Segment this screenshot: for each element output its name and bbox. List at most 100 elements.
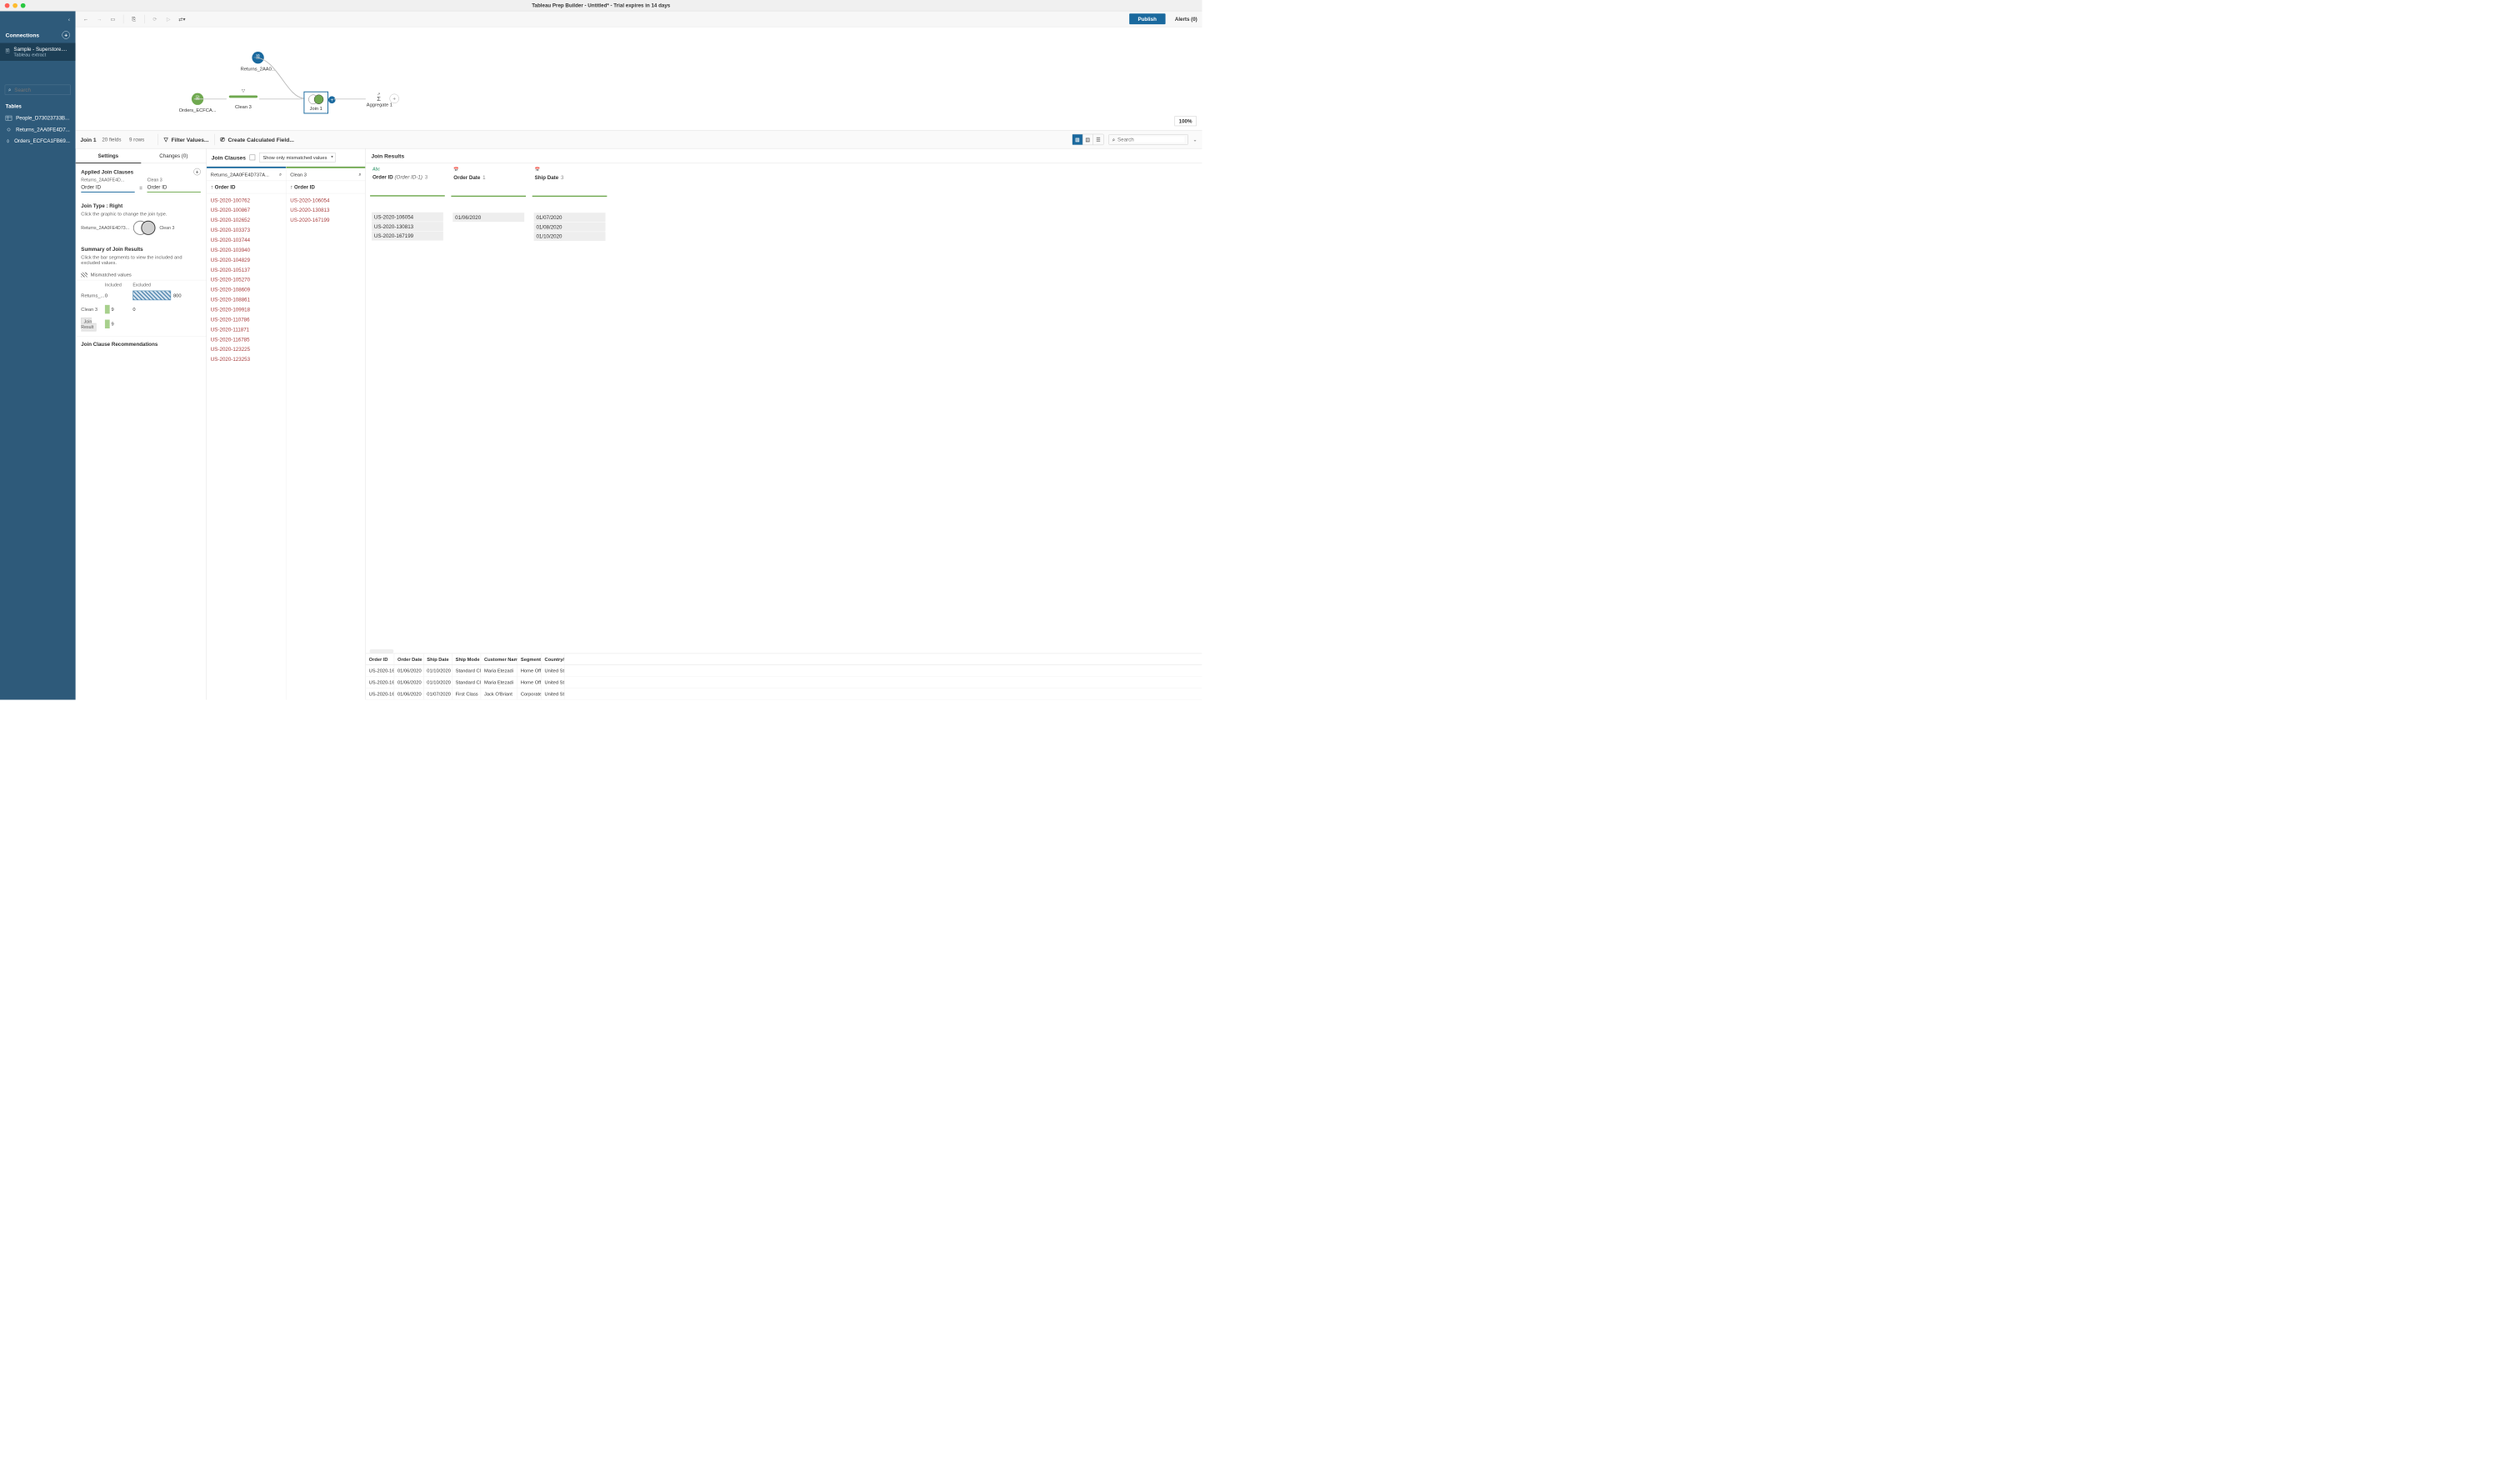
flow-node-join[interactable]: Join 1 [303,92,328,114]
column-header[interactable]: Order Date [394,653,423,664]
table-item-orders[interactable]: Orders_ECFCA1FB69... [0,135,76,147]
zoom-level[interactable]: 100% [1174,116,1196,126]
result-field-card[interactable]: Order Date101/06/2020 [451,163,527,647]
mismatched-dropdown[interactable]: Show only mismatched values [259,153,335,162]
clause-value[interactable]: US-2020-110786 [207,314,286,324]
column-header[interactable]: Country/Re [542,653,565,664]
clause-value[interactable]: US-2020-123253 [207,354,286,364]
clause-value[interactable]: US-2020-100867 [207,205,286,215]
clause-value[interactable]: US-2020-167199 [286,215,365,225]
view-profile[interactable]: ▦ [1072,134,1082,144]
column-header[interactable]: Segment [518,653,542,664]
settings-dropdown[interactable]: ⇄▾ [177,13,188,24]
clause-value[interactable]: US-2020-123225 [207,344,286,354]
alerts-button[interactable]: Alerts (0) [1175,16,1198,22]
step-search-input[interactable] [1118,137,1184,143]
clause-value[interactable]: US-2020-103744 [207,235,286,245]
clause-operator[interactable]: = [139,185,142,193]
datasource-icon: 🗎 [6,48,10,56]
filter-values-button[interactable]: ▽ Filter Values... [164,136,209,143]
included-bar[interactable] [105,320,110,328]
flow-node-clean[interactable]: ▽ Clean 3 [229,91,258,110]
clause-value[interactable]: US-2020-108609 [207,285,286,295]
view-grid[interactable]: ▤ [1082,134,1092,144]
window-close[interactable] [5,3,10,8]
clause-left-field[interactable]: Order ID [81,184,134,193]
search-icon[interactable]: ⌕ [279,172,282,178]
field-value[interactable]: US-2020-167199 [372,232,443,241]
clause-value[interactable]: US-2020-116785 [207,334,286,344]
table-row[interactable]: US-2020-16701/06/202001/10/2020Standard … [366,677,1202,688]
search-icon[interactable]: ⌕ [358,172,361,178]
clause-value[interactable]: US-2020-105270 [207,275,286,285]
venn-right[interactable] [141,221,155,235]
included-bar[interactable] [105,305,110,313]
join-type-selector[interactable]: Returns_2AA0FE4D73... Clean 3 [76,221,207,242]
field-value[interactable]: US-2020-106054 [372,213,443,222]
save-button[interactable]: ▭ [108,13,118,24]
window-minimize[interactable] [12,3,18,8]
sidebar-collapse[interactable]: ‹ [0,11,76,27]
flow-canvas[interactable]: 100% 🗎 Returns_2AA0... 🗎 Orders_ECFCA...… [76,27,1202,130]
refresh-button[interactable]: ⟳ [149,13,160,24]
settings-panel: Settings Changes (0) Applied Join Clause… [76,148,207,699]
clause-col-source: Clean 3 [290,172,307,178]
clause-value[interactable]: US-2020-130813 [286,205,365,215]
publish-button[interactable]: Publish [1129,13,1165,24]
clause-value[interactable]: US-2020-100762 [207,195,286,205]
clause-value[interactable]: US-2020-108861 [207,294,286,304]
expand-icon[interactable]: ⌄ [1193,136,1198,143]
field-value[interactable]: 01/10/2020 [534,232,606,241]
clause-value[interactable]: US-2020-105137 [207,265,286,275]
tab-settings[interactable]: Settings [76,148,141,163]
add-branch-button[interactable]: + [328,96,336,103]
column-header[interactable]: Ship Date [423,653,452,664]
clause-value[interactable]: US-2020-109918 [207,304,286,314]
sidebar-search-input[interactable] [14,87,67,93]
tab-changes[interactable]: Changes (0) [141,148,206,163]
clause-col-field[interactable]: Order ID [286,181,365,193]
table-row[interactable]: US-2020-16701/06/202001/10/2020Standard … [366,665,1202,677]
join-clauses-panel: Join Clauses Show only mismatched values… [207,148,366,699]
result-field-card[interactable]: Ship Date301/07/202001/08/202001/10/2020 [532,163,608,647]
add-step-button[interactable]: + [389,94,398,103]
flow-connector [334,98,366,99]
clause-value[interactable]: US-2020-103373 [207,225,286,235]
mismatched-checkbox[interactable] [250,155,256,161]
flow-node-orders[interactable]: 🗎 Orders_ECFCA... [179,93,217,113]
add-clause-button[interactable]: + [193,168,201,176]
add-connection-button[interactable]: + [62,31,70,39]
clause-col-field[interactable]: Order ID [207,181,286,193]
clause-value[interactable]: US-2020-104829 [207,255,286,265]
column-header[interactable]: Order ID [366,653,394,664]
summary-title: Summary of Join Results [81,246,142,252]
column-header[interactable]: Customer Name [481,653,518,664]
field-value[interactable]: 01/08/2020 [534,223,606,232]
data-sample-button[interactable]: ⎘ [128,13,139,24]
table-item-people[interactable]: People_D73023733B... [0,113,76,124]
clause-value[interactable]: US-2020-103940 [207,245,286,255]
field-value[interactable]: 01/07/2020 [534,213,606,222]
clause-value[interactable]: US-2020-102652 [207,215,286,225]
clause-value[interactable]: US-2020-111871 [207,324,286,334]
result-field-card[interactable]: AbcOrder ID (Order ID-1)3US-2020-106054U… [370,163,446,647]
field-value[interactable]: 01/06/2020 [452,213,524,222]
table-row[interactable]: US-2020-16701/06/202001/07/2020First Cla… [366,688,1202,700]
field-value[interactable]: US-2020-130813 [372,222,443,231]
connection-item[interactable]: 🗎 Sample - Superstore.... Tableau extrac… [0,43,76,61]
run-flow-button[interactable]: ▷ [163,13,174,24]
connection-name: Sample - Superstore.... [13,46,67,52]
excluded-bar[interactable] [132,291,171,300]
clause-value[interactable]: US-2020-106054 [286,195,365,205]
clause-right-field[interactable]: Order ID [148,184,201,193]
table-item-returns[interactable]: Returns_2AA0FE4D7... [0,123,76,135]
sidebar-search[interactable]: ⌕ [5,85,71,95]
step-search[interactable]: ⌕ [1108,134,1188,144]
flow-node-aggregate[interactable]: ↗Σ Aggregate 1 [367,91,392,108]
window-maximize[interactable] [21,3,26,8]
back-button[interactable]: ← [80,13,91,24]
view-list[interactable]: ☰ [1093,134,1103,144]
connections-label: Connections [6,32,39,38]
column-header[interactable]: Ship Mode [452,653,481,664]
create-calc-field-button[interactable]: ⎚ Create Calculated Field... [220,136,294,143]
